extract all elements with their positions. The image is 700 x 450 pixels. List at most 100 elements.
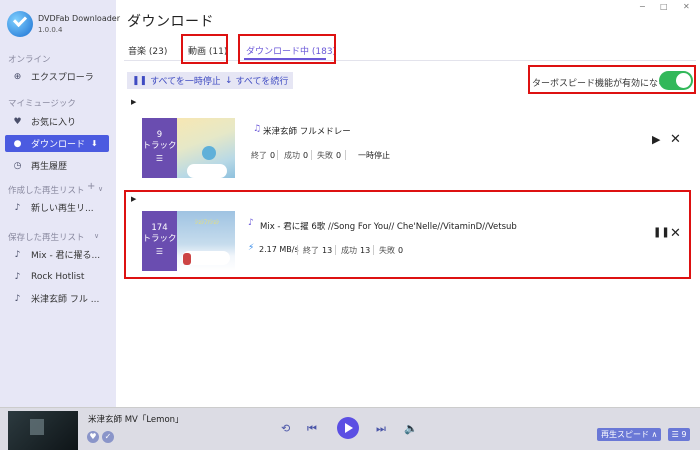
- globe-icon: ⊕: [13, 71, 22, 82]
- tab-music[interactable]: 音楽 (23): [128, 44, 167, 57]
- fail-count: 失敗 0: [379, 245, 403, 256]
- heart-icon: ♥: [13, 116, 22, 127]
- sidebar-item-saved-yonezu[interactable]: ♪ 米津玄師 フル ...: [5, 290, 109, 307]
- page-title: ダウンロード: [127, 14, 214, 30]
- download-item: 9 トラック ☰ ♫ 米津玄師 フルメドレー 終了 0 成功 0 失敗 0 一時停止 …: [125, 108, 691, 194]
- music-note-icon: ♪: [14, 293, 21, 304]
- remove-icon[interactable]: ✕: [670, 226, 681, 241]
- music-note-icon: ♪: [14, 249, 21, 260]
- track-count: 174: [151, 223, 168, 233]
- fail-value: 0: [336, 151, 342, 160]
- close-window-icon[interactable]: ✕: [683, 2, 690, 11]
- download-title: 米津玄師 フルメドレー: [263, 127, 351, 137]
- now-playing-thumbnail[interactable]: [8, 411, 78, 450]
- download-speed: 2.17 MB/s: [259, 245, 299, 254]
- sidebar-item-label: Mix - 君に擢る...: [31, 251, 101, 261]
- highlight-box-downloading-tab: [238, 34, 336, 64]
- sidebar-item-label: Rock Hotlist: [31, 271, 85, 282]
- sidebar-item-label: ダウンロード: [31, 140, 86, 150]
- section-saved-playlists: 保存した再生リスト: [8, 233, 85, 243]
- section-online: オンライン: [8, 55, 51, 65]
- list-icon: ☰: [155, 247, 164, 256]
- sidebar-item-history[interactable]: ◷ 再生履歴: [5, 157, 109, 174]
- track-unit: トラック: [142, 234, 177, 244]
- album-art: ｼｮｼﾌｧｼｮｼ: [177, 211, 235, 271]
- add-playlist-icon[interactable]: +: [87, 181, 95, 192]
- done-count: 終了 13: [303, 245, 332, 256]
- sidebar-item-label: 新しい再生リ...: [31, 204, 94, 214]
- done-value: 13: [322, 246, 333, 255]
- highlight-box-video-tab: [181, 34, 228, 64]
- music-note-icon: ♪: [14, 202, 21, 213]
- volume-icon[interactable]: 🔈: [404, 422, 418, 435]
- download-title: Mix - 君に擢 6歌 //Song For You// Che'Nelle/…: [260, 222, 517, 232]
- sidebar-item-saved-mix[interactable]: ♪ Mix - 君に擢る...: [5, 246, 109, 263]
- minimize-icon[interactable]: −: [639, 2, 646, 11]
- fail-label: 失敗: [379, 246, 395, 255]
- lightning-icon: ⚡: [248, 243, 255, 253]
- pause-icon: ❚❚: [132, 75, 148, 86]
- clock-icon: ◷: [13, 160, 22, 171]
- list-icon: ☰: [155, 154, 164, 163]
- pause-icon[interactable]: ❚❚: [653, 227, 670, 238]
- queue-count: 9: [681, 430, 687, 439]
- chevron-down-icon[interactable]: ∨: [94, 232, 99, 240]
- pause-all-label: すべてを一時停止: [150, 77, 221, 87]
- success-label: 成功: [284, 151, 300, 160]
- sidebar-item-download[interactable]: ● ダウンロード ⬇: [5, 135, 109, 152]
- fail-label: 失敗: [317, 151, 333, 160]
- download-item: 174 トラック ☰ ｼｮｼﾌｧｼｮｼ ♪ Mix - 君に擢 6歌 //Son…: [125, 190, 691, 276]
- sidebar-item-label: お気に入り: [31, 118, 77, 128]
- sidebar-item-saved-rock[interactable]: ♪ Rock Hotlist: [5, 268, 109, 285]
- maximize-icon[interactable]: □: [660, 2, 668, 11]
- resume-all-label: すべてを続行: [235, 77, 289, 87]
- next-icon[interactable]: ⏭: [376, 422, 386, 436]
- track-count-badge: 174 トラック ☰: [142, 211, 177, 271]
- done-value: 0: [270, 151, 276, 160]
- arrow-down-icon: ↓: [225, 75, 233, 86]
- resume-all-button[interactable]: ↓ すべてを続行: [220, 72, 294, 89]
- success-value: 13: [360, 246, 371, 255]
- sidebar-item-new-playlist[interactable]: ♪ 新しい再生リ...: [5, 199, 109, 216]
- success-count: 成功 13: [341, 245, 370, 256]
- paused-status: 一時停止: [358, 151, 390, 160]
- app-version: 1.0.0.4: [38, 26, 63, 34]
- music-note-icon: ♪: [14, 271, 21, 282]
- fail-value: 0: [398, 246, 404, 255]
- success-label: 成功: [341, 246, 357, 255]
- done-label: 終了: [251, 151, 267, 160]
- now-playing-title: 米津玄師 MV「Lemon」: [88, 415, 184, 425]
- download-icon: ●: [13, 138, 22, 149]
- chevron-down-icon[interactable]: ∨: [98, 185, 103, 193]
- fail-count: 失敗 0: [317, 150, 341, 161]
- section-my-music: マイミュージック: [8, 99, 76, 109]
- app-logo-icon: [7, 11, 33, 37]
- section-created-playlists: 作成した再生リスト: [8, 186, 85, 196]
- queue-button[interactable]: ☰ 9: [668, 428, 690, 441]
- turbo-toggle[interactable]: [659, 71, 693, 90]
- toggle-knob: [676, 73, 691, 88]
- play-icon[interactable]: ▶: [652, 133, 660, 146]
- sidebar-item-favorites[interactable]: ♥ お気に入り: [5, 113, 109, 130]
- sidebar-item-explorer[interactable]: ⊕ エクスプローラ: [5, 68, 109, 85]
- favorite-icon[interactable]: ♥: [87, 431, 99, 443]
- track-count: 9: [156, 130, 163, 140]
- check-icon[interactable]: ✓: [102, 431, 114, 443]
- sidebar: DVDFab Downloader 1.0.0.4 オンライン ⊕ エクスプロー…: [0, 0, 120, 407]
- expand-caret-icon[interactable]: ▶: [131, 98, 136, 106]
- music-note-icon: ♫: [253, 124, 262, 134]
- track-count-badge: 9 トラック ☰: [142, 118, 177, 178]
- player-bar: 米津玄師 MV「Lemon」 ♥ ✓ ⟲ ⏮ ⏭ 🔈: [0, 407, 700, 450]
- sidebar-item-label: エクスプローラ: [31, 73, 94, 83]
- album-art: [177, 118, 235, 178]
- previous-icon[interactable]: ⏮: [307, 422, 317, 436]
- music-note-icon: ♪: [248, 218, 254, 228]
- repeat-icon[interactable]: ⟲: [281, 422, 290, 435]
- play-button[interactable]: [337, 417, 359, 439]
- pause-all-button[interactable]: ❚❚ すべてを一時停止: [127, 72, 226, 89]
- play-icon: [345, 423, 353, 433]
- remove-icon[interactable]: ✕: [670, 132, 681, 147]
- playback-speed-button[interactable]: 再生スピード ∧: [597, 428, 662, 441]
- done-count: 終了 0: [251, 150, 275, 161]
- success-count: 成功 0: [284, 150, 308, 161]
